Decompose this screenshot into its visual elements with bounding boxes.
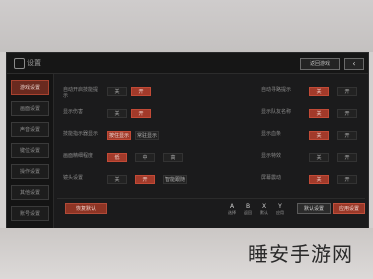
option-on[interactable]: 开 — [135, 175, 155, 184]
a-button-icon: A — [229, 203, 235, 210]
b-button-icon: B — [245, 203, 251, 210]
sidebar-item-game[interactable]: 游戏设置 — [11, 80, 49, 95]
back-arrow-icon[interactable]: ‹ — [344, 58, 364, 70]
option-off[interactable]: 关 — [309, 87, 329, 96]
apply-settings-button[interactable]: 应用设置 — [333, 203, 365, 214]
sidebar-item-account[interactable]: 账号设置 — [11, 206, 49, 221]
background-top — [0, 0, 373, 52]
option-on[interactable]: 开 — [337, 87, 357, 96]
option-on[interactable]: 开 — [337, 131, 357, 140]
setting-label: 技能指示器显示 — [63, 131, 99, 137]
option-off[interactable]: 关 — [107, 109, 127, 118]
option-off[interactable]: 关 — [309, 175, 329, 184]
setting-label: 画面精细程度 — [63, 153, 94, 159]
site-watermark: 睡安手游网 — [248, 242, 353, 266]
option-off[interactable]: 关 — [309, 109, 329, 118]
hint-back: B 返回 — [241, 203, 255, 216]
option-on[interactable]: 开 — [337, 175, 357, 184]
option-on[interactable]: 开 — [337, 109, 357, 118]
option-always[interactable]: 常驻显示 — [135, 131, 159, 140]
app-icon — [14, 58, 25, 69]
default-settings-button[interactable]: 默认设置 — [297, 203, 331, 214]
hint-select: A 选择 — [225, 203, 239, 216]
restore-default-button[interactable]: 恢复默认 — [65, 203, 107, 214]
settings-panel: 自动开启技能提示 关 开 显示伤害 关 开 技能指示器显示 按住显示 常驻显示 … — [57, 77, 365, 197]
option-smart-follow[interactable]: 智能跟随 — [163, 175, 187, 184]
title-bar: 设置 返回游戏 ‹ — [7, 53, 368, 74]
option-mid[interactable]: 中 — [135, 153, 155, 162]
settings-window: 设置 返回游戏 ‹ 游戏设置 画面设置 声音设置 键位设置 操作设置 其他设置 … — [6, 52, 369, 230]
setting-label: 自动寻路提示 — [261, 87, 292, 93]
option-off[interactable]: 关 — [107, 175, 127, 184]
option-off[interactable]: 关 — [309, 153, 329, 162]
return-game-tab[interactable]: 返回游戏 — [300, 58, 340, 70]
y-button-icon: Y — [278, 203, 282, 210]
option-off[interactable]: 关 — [309, 131, 329, 140]
setting-label: 屏幕震动 — [261, 175, 282, 181]
hint-apply: Y 应用 — [273, 203, 287, 216]
option-off[interactable]: 关 — [107, 87, 127, 96]
option-hold[interactable]: 按住显示 — [107, 131, 131, 140]
setting-label: 自动开启技能提示 — [63, 87, 99, 99]
sidebar-item-sound[interactable]: 声音设置 — [11, 122, 49, 137]
setting-label: 显示伤害 — [63, 109, 84, 115]
setting-label: 显示血条 — [261, 131, 282, 137]
option-low[interactable]: 低 — [107, 153, 127, 162]
sidebar-item-controls[interactable]: 操作设置 — [11, 164, 49, 179]
window-title: 设置 — [27, 59, 41, 67]
sidebar-item-other[interactable]: 其他设置 — [11, 185, 49, 200]
option-on[interactable]: 开 — [131, 109, 151, 118]
option-high[interactable]: 高 — [163, 153, 183, 162]
sidebar-item-graphics[interactable]: 画面设置 — [11, 101, 49, 116]
option-on[interactable]: 开 — [337, 153, 357, 162]
hint-default: X 默认 — [257, 203, 271, 216]
footer-divider — [57, 198, 365, 199]
x-button-icon: X — [261, 203, 267, 210]
setting-label: 显示特效 — [261, 153, 282, 159]
sidebar-item-keys[interactable]: 键位设置 — [11, 143, 49, 158]
setting-label: 镜头设置 — [63, 175, 84, 181]
option-on[interactable]: 开 — [131, 87, 151, 96]
sidebar: 游戏设置 画面设置 声音设置 键位设置 操作设置 其他设置 账号设置 — [7, 74, 54, 229]
setting-label: 显示队友名称 — [261, 109, 292, 115]
